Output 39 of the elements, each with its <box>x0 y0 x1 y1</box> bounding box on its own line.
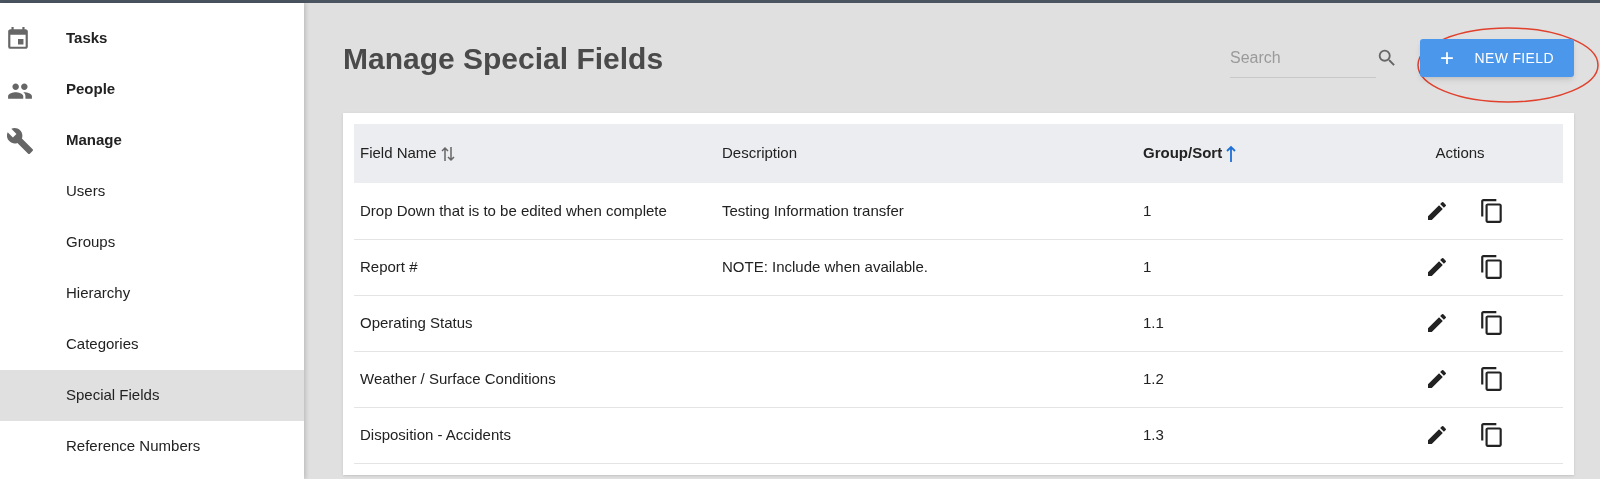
table-cell: 1.2 <box>1143 369 1164 387</box>
table-cell: 1 <box>1143 201 1152 219</box>
column-header: Description <box>722 143 798 164</box>
table-cell: Operating Status <box>360 313 473 331</box>
sidebar-item[interactable]: Users <box>0 166 304 217</box>
edit-icon[interactable] <box>1425 367 1449 391</box>
sidebar-item[interactable]: Reference Numbers <box>0 421 304 472</box>
sidebar-item[interactable]: Tasks <box>0 13 304 64</box>
edit-icon[interactable] <box>1425 311 1449 335</box>
sidebar-item[interactable]: Groups <box>0 217 304 268</box>
table-cell: NOTE: Include when available. <box>722 257 928 275</box>
copy-icon[interactable] <box>1479 254 1505 280</box>
sidebar-item[interactable]: Manage <box>0 115 304 166</box>
sidebar-item[interactable]: Hierarchy <box>0 268 304 319</box>
copy-icon[interactable] <box>1479 366 1505 392</box>
column-header[interactable]: Group/Sort <box>1143 142 1223 165</box>
calendar-icon <box>7 26 29 51</box>
copy-icon[interactable] <box>1479 197 1505 224</box>
search-field[interactable]: Search <box>1230 38 1376 78</box>
table-cell: Report # <box>360 257 418 275</box>
table-cell: 1 <box>1143 257 1152 275</box>
wrench-icon <box>7 127 33 154</box>
edit-icon[interactable] <box>1425 423 1449 447</box>
column-header: Actions <box>1435 143 1485 164</box>
copy-icon[interactable] <box>1479 310 1505 336</box>
table-cell: Weather / Surface Conditions <box>360 369 556 387</box>
table-cell: Disposition - Accidents <box>360 425 511 443</box>
table-cell: 1.1 <box>1143 313 1164 331</box>
search-icon <box>1376 47 1398 69</box>
sidebar-item[interactable]: Special Fields <box>0 370 304 421</box>
table-cell: Drop Down that is to be edited when complete <box>360 201 667 219</box>
sidebar-item[interactable]: Categories <box>0 319 304 370</box>
column-header[interactable]: Field Name <box>360 142 437 165</box>
copy-icon[interactable] <box>1479 422 1505 448</box>
table-cell: Testing Information transfer <box>722 201 904 219</box>
sidebar-item[interactable]: People <box>0 64 304 115</box>
table-cell: 1.3 <box>1143 425 1164 443</box>
page-title: Manage Special Fields <box>343 40 665 77</box>
edit-icon[interactable] <box>1425 255 1449 279</box>
